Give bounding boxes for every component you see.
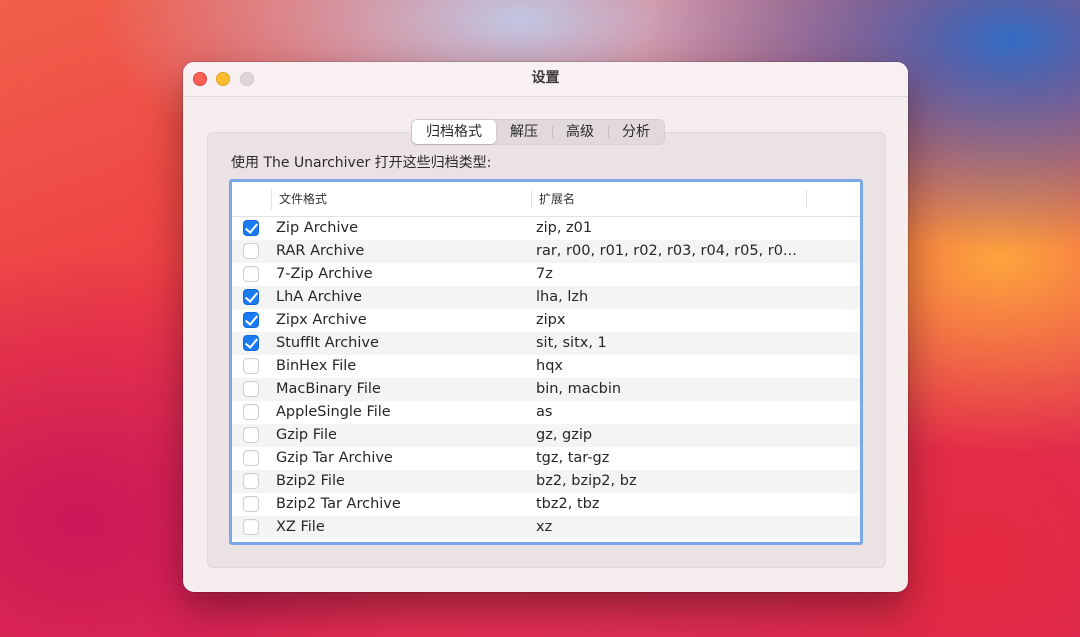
extensions-cell: tbz2, tbz xyxy=(536,496,600,512)
extensions-cell: zipx xyxy=(536,312,566,328)
extensions-cell: as xyxy=(536,404,553,420)
extensions-cell: lha, lzh xyxy=(536,289,589,305)
extensions-cell: hqx xyxy=(536,358,563,374)
format-checkbox[interactable] xyxy=(243,496,259,512)
format-checkbox[interactable] xyxy=(243,312,259,328)
extensions-cell: xz xyxy=(536,519,553,535)
table-row[interactable]: StuffIt Archive sit, sitx, 1 xyxy=(232,332,860,355)
format-checkbox[interactable] xyxy=(243,266,259,282)
preferences-window: 设置 归档格式 解压 高级 分析 使用 The Unarchiver 打开这些归… xyxy=(183,62,908,592)
file-format-cell: Zip Archive xyxy=(276,220,359,236)
file-format-cell: Zipx Archive xyxy=(276,312,367,328)
header-checkbox-column xyxy=(232,188,272,210)
table-body: Zip Archive zip, z01 RAR Archive rar, r00, … xyxy=(232,217,860,539)
window-title: 设置 xyxy=(531,70,560,86)
extensions-cell: sit, sitx, 1 xyxy=(536,335,607,351)
extensions-cell: bin, macbin xyxy=(536,381,622,397)
extensions-cell: 7z xyxy=(536,266,553,282)
file-format-cell: AppleSingle File xyxy=(276,404,391,420)
table-row[interactable]: Zipx Archive zipx xyxy=(232,309,860,332)
file-format-cell: Gzip Tar Archive xyxy=(276,450,393,466)
table-row[interactable]: LhA Archive lha, lzh xyxy=(232,286,860,309)
file-format-cell: LhA Archive xyxy=(276,289,363,305)
extensions-cell: bz2, bzip2, bz xyxy=(536,473,637,489)
table-row[interactable]: Gzip File gz, gzip xyxy=(232,424,860,447)
tab-archive-formats[interactable]: 归档格式 xyxy=(412,120,496,144)
format-checkbox[interactable] xyxy=(243,220,259,236)
table-row[interactable]: MacBinary File bin, macbin xyxy=(232,378,860,401)
tab-analysis[interactable]: 分析 xyxy=(608,120,664,144)
file-format-cell: RAR Archive xyxy=(276,243,365,259)
table-row[interactable]: Bzip2 File bz2, bzip2, bz xyxy=(232,470,860,493)
extensions-cell: zip, z01 xyxy=(536,220,593,236)
file-format-cell: Bzip2 File xyxy=(276,473,345,489)
file-format-cell: XZ File xyxy=(276,519,325,535)
extensions-cell: rar, r00, r01, r02, r03, r04, r05, r0... xyxy=(536,243,797,259)
header-extensions[interactable]: 扩展名 xyxy=(539,182,575,216)
column-divider[interactable] xyxy=(531,190,532,208)
file-format-cell: 7-Zip Archive xyxy=(276,266,373,282)
table-row[interactable]: XZ File xz xyxy=(232,516,860,539)
archive-types-table[interactable]: 文件格式 扩展名 Zip Archive zip, z01 RAR Archive r… xyxy=(229,179,863,545)
file-format-cell: BinHex File xyxy=(276,358,357,374)
header-file-format[interactable]: 文件格式 xyxy=(279,182,327,216)
format-checkbox[interactable] xyxy=(243,381,259,397)
table-row[interactable]: 7-Zip Archive 7z xyxy=(232,263,860,286)
format-checkbox[interactable] xyxy=(243,450,259,466)
file-format-cell: StuffIt Archive xyxy=(276,335,379,351)
extensions-cell: tgz, tar-gz xyxy=(536,450,610,466)
table-row[interactable]: RAR Archive rar, r00, r01, r02, r03, r04,… xyxy=(232,240,860,263)
format-checkbox[interactable] xyxy=(243,404,259,420)
table-row[interactable]: AppleSingle File as xyxy=(232,401,860,424)
format-checkbox[interactable] xyxy=(243,358,259,374)
table-row[interactable]: Zip Archive zip, z01 xyxy=(232,217,860,240)
title-bar: 设置 xyxy=(183,62,908,97)
format-checkbox[interactable] xyxy=(243,427,259,443)
table-row[interactable]: BinHex File hqx xyxy=(232,355,860,378)
table-header: 文件格式 扩展名 xyxy=(232,182,860,217)
file-format-cell: Gzip File xyxy=(276,427,337,443)
format-checkbox[interactable] xyxy=(243,243,259,259)
table-row[interactable]: Gzip Tar Archive tgz, tar-gz xyxy=(232,447,860,470)
file-format-cell: Bzip2 Tar Archive xyxy=(276,496,401,512)
format-checkbox[interactable] xyxy=(243,289,259,305)
format-checkbox[interactable] xyxy=(243,335,259,351)
tab-bar: 归档格式 解压 高级 分析 xyxy=(411,119,665,145)
file-format-cell: MacBinary File xyxy=(276,381,381,397)
extensions-cell: gz, gzip xyxy=(536,427,593,443)
column-divider[interactable] xyxy=(806,190,807,208)
instruction-label: 使用 The Unarchiver 打开这些归档类型: xyxy=(231,155,492,171)
tab-extraction[interactable]: 解压 xyxy=(496,120,552,144)
format-checkbox[interactable] xyxy=(243,473,259,489)
format-checkbox[interactable] xyxy=(243,519,259,535)
table-row[interactable]: Bzip2 Tar Archive tbz2, tbz xyxy=(232,493,860,516)
tab-advanced[interactable]: 高级 xyxy=(552,120,608,144)
